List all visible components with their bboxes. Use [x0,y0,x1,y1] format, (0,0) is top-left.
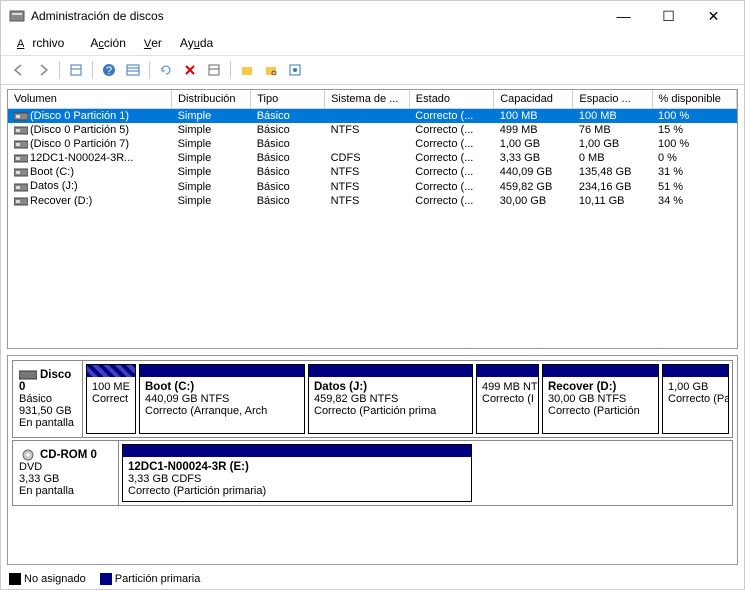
delete-icon[interactable] [180,60,200,80]
hdd-icon [19,369,37,381]
cdrom0-row: CD-ROM 0 DVD 3,33 GB En pantalla 12DC1-N… [12,440,733,506]
menu-accion[interactable]: Acción [82,33,134,53]
column-header[interactable]: Distribución [172,90,251,109]
toolbar: ? [1,56,744,85]
column-header[interactable]: Estado [409,90,493,109]
window-title: Administración de discos [31,9,601,23]
disk-map: Disco 0 Básico 931,50 GB En pantalla 100… [7,355,738,565]
help-icon[interactable]: ? [99,60,119,80]
menu-ver[interactable]: Ver [136,33,170,53]
app-icon [9,8,25,24]
partition[interactable]: 100 MECorrect [86,364,136,434]
partition[interactable]: 1,00 GBCorrecto (Pa [662,364,729,434]
separator [59,61,60,79]
column-header[interactable]: Tipo [251,90,325,109]
properties-icon[interactable] [204,60,224,80]
separator [149,61,150,79]
view-button[interactable] [66,60,86,80]
forward-button[interactable] [33,60,53,80]
legend-primary-swatch [100,573,112,585]
volume-row[interactable]: Recover (D:)SimpleBásicoNTFSCorrecto (..… [8,194,737,208]
column-header[interactable]: Espacio ... [573,90,652,109]
column-header[interactable]: Capacidad [494,90,573,109]
folder-icon[interactable] [237,60,257,80]
volume-row[interactable]: (Disco 0 Partición 1)SimpleBásicoCorrect… [8,109,737,124]
column-header[interactable]: % disponible [652,90,737,109]
legend: No asignado Partición primaria [1,569,744,589]
maximize-button[interactable]: ☐ [646,1,691,31]
volume-row[interactable]: Boot (C:)SimpleBásicoNTFSCorrecto (...44… [8,165,737,179]
disk0-row: Disco 0 Básico 931,50 GB En pantalla 100… [12,360,733,438]
legend-primary-label: Partición primaria [115,573,201,585]
cd-icon [19,449,37,461]
volume-row[interactable]: (Disco 0 Partición 5)SimpleBásicoNTFSCor… [8,123,737,137]
volume-row[interactable]: 12DC1-N00024-3R...SimpleBásicoCDFSCorrec… [8,151,737,165]
separator [92,61,93,79]
settings-icon[interactable] [285,60,305,80]
column-header[interactable]: Volumen [8,90,172,109]
column-header[interactable]: Sistema de ... [325,90,410,109]
close-button[interactable]: ✕ [691,1,736,31]
volume-row[interactable]: (Disco 0 Partición 7)SimpleBásicoCorrect… [8,137,737,151]
partition[interactable]: Datos (J:)459,82 GB NTFSCorrecto (Partic… [308,364,473,434]
minimize-button[interactable]: — [601,1,646,31]
content-area: VolumenDistribuciónTipoSistema de ...Est… [1,85,744,569]
legend-unallocated-swatch [9,573,21,585]
search-folder-icon[interactable] [261,60,281,80]
separator [230,61,231,79]
cdrom0-label[interactable]: CD-ROM 0 DVD 3,33 GB En pantalla [13,441,119,505]
titlebar[interactable]: Administración de discos — ☐ ✕ [1,1,744,31]
volume-row[interactable]: Datos (J:)SimpleBásicoNTFSCorrecto (...4… [8,179,737,193]
menu-ayuda[interactable]: Ayuda [172,33,221,53]
menu-archivo[interactable]: Archivo [9,33,80,53]
partition[interactable]: Boot (C:)440,09 GB NTFSCorrecto (Arranqu… [139,364,305,434]
partition[interactable]: 12DC1-N00024-3R (E:)3,33 GB CDFSCorrecto… [122,444,472,502]
volume-table[interactable]: VolumenDistribuciónTipoSistema de ...Est… [7,89,738,349]
partition[interactable]: 499 MB NTCorrecto (I [476,364,539,434]
legend-unallocated-label: No asignado [24,573,86,585]
svg-text:?: ? [106,65,112,77]
refresh-icon[interactable] [156,60,176,80]
back-button[interactable] [9,60,29,80]
partition[interactable]: Recover (D:)30,00 GB NTFSCorrecto (Parti… [542,364,659,434]
disk-management-window: Administración de discos — ☐ ✕ Archivo A… [0,0,745,590]
menubar: Archivo Acción Ver Ayuda [1,31,744,56]
disk0-label[interactable]: Disco 0 Básico 931,50 GB En pantalla [13,361,83,437]
list-icon[interactable] [123,60,143,80]
